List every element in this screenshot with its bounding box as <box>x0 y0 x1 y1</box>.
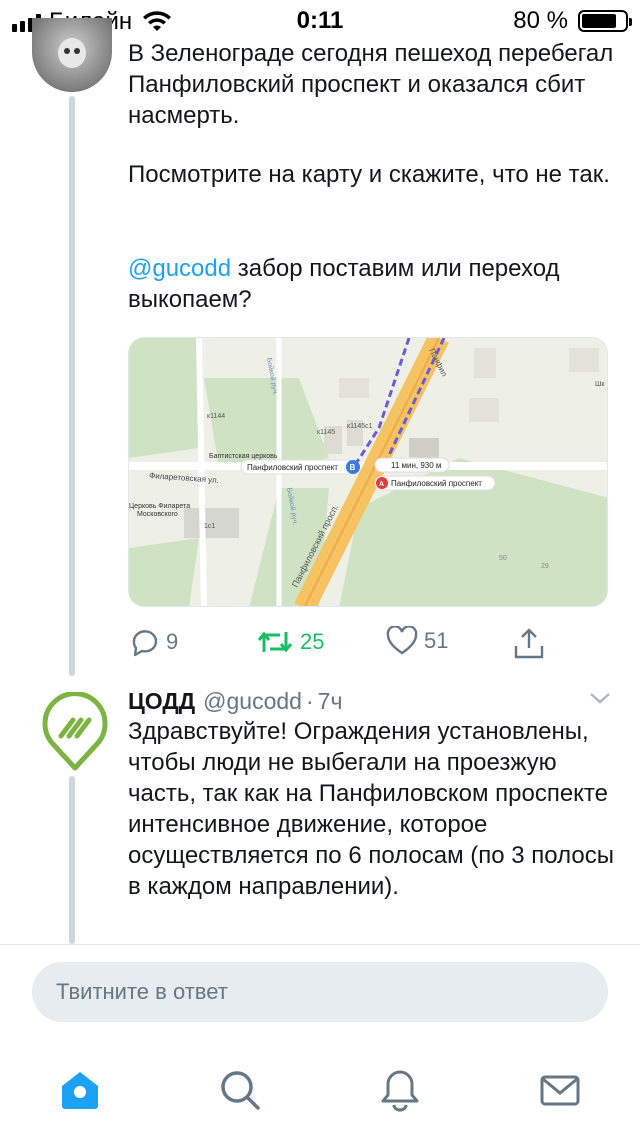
map-label: Панфиловский проспект <box>247 463 338 472</box>
divider <box>0 944 640 945</box>
map-label: 50 <box>499 555 507 562</box>
map-label: Церковь Филарета <box>129 503 190 510</box>
map-label: Шк <box>595 381 605 388</box>
share-icon <box>514 628 544 659</box>
display-name[interactable]: ЦОДД <box>128 688 195 715</box>
reply-composer[interactable] <box>32 962 608 1022</box>
reply-count: 9 <box>166 629 179 654</box>
notifications-icon <box>381 1070 419 1112</box>
tab-home[interactable] <box>56 1066 104 1114</box>
map-label: 11 мин, 930 м <box>391 461 441 470</box>
map-label: Московского <box>137 511 178 518</box>
share-button[interactable] <box>512 626 552 660</box>
tab-bar <box>0 1044 640 1136</box>
tab-notifications[interactable] <box>376 1066 424 1114</box>
tweet-text: @gucodd забор поставим или переход выкоп… <box>128 253 618 315</box>
map-image[interactable]: к1144 к1145 к1145с1 1с1 Баптистская церк… <box>128 337 608 607</box>
like-button[interactable]: 51 <box>386 626 448 656</box>
home-icon <box>62 1072 98 1109</box>
retweet-button[interactable]: 25 <box>256 626 324 658</box>
tweet-header: ЦОДД @gucodd · 7ч <box>128 684 618 718</box>
thread-connector-2 <box>69 776 75 944</box>
search-icon <box>221 1071 260 1110</box>
codd-logo-icon <box>42 691 108 771</box>
tweet-text: В Зеленограде сегодня пешеход перебегал … <box>128 40 614 129</box>
tweet-timestamp: 7ч <box>317 687 343 714</box>
map-label: к1145 <box>317 429 335 436</box>
user-handle[interactable]: @gucodd <box>203 688 302 715</box>
retweet-count: 25 <box>300 629 325 654</box>
like-count: 51 <box>424 628 449 653</box>
tweet-text: Здравствуйте! Ограждения установлены, чт… <box>128 718 614 900</box>
battery-percent: 80 % <box>513 7 568 34</box>
heart-icon <box>386 626 418 655</box>
map-label: Баптистская церковь <box>209 453 278 460</box>
separator-dot: · <box>305 687 314 714</box>
map-label: к1144 <box>207 413 225 420</box>
map-label: к1145с1 <box>347 423 373 430</box>
avatar[interactable] <box>40 691 110 772</box>
reply-icon <box>132 630 158 657</box>
messages-icon <box>540 1075 580 1106</box>
map-marker-b: B <box>350 463 356 472</box>
thread-connector <box>69 96 75 676</box>
status-right: 80 % <box>513 7 632 35</box>
map-marker-a: A <box>379 481 384 488</box>
map-label: 29 <box>541 563 549 570</box>
map-label: Панфиловский проспект <box>391 479 482 488</box>
reply-input[interactable] <box>56 962 586 1022</box>
tweet-actions: 9 25 51 <box>128 626 568 670</box>
wifi-icon <box>143 11 172 31</box>
map-label: 1с1 <box>204 523 215 530</box>
mention-link[interactable]: @gucodd <box>128 255 231 282</box>
retweet-icon <box>257 631 293 653</box>
chevron-down-icon[interactable] <box>588 690 612 706</box>
battery-icon <box>578 10 632 32</box>
tab-messages[interactable] <box>536 1066 584 1114</box>
tweet-text: Посмотрите на карту и скажите, что не та… <box>128 161 610 188</box>
avatar[interactable] <box>32 18 112 92</box>
reply-button[interactable]: 9 <box>128 626 178 658</box>
tab-search[interactable] <box>216 1066 264 1114</box>
